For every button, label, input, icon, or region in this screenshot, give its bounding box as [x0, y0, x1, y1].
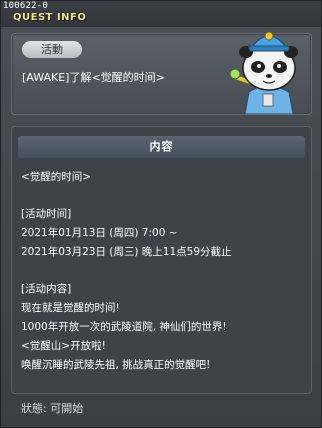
window-title: QUEST INFO	[13, 12, 87, 23]
quest-name: [AWAKE]了解<觉醒的时间>	[22, 71, 165, 84]
desc-line: 1000年开放一次的武陵道院, 神仙们的世界!	[21, 321, 227, 333]
quest-info-window: 100622-0 QUEST INFO 活動 [AWAKE]了解<觉醒的时间>	[0, 0, 322, 428]
quest-description: <觉醒的时间> [活动时间] 2021年01月13日 (周四) 7:00 ~ 2…	[21, 168, 301, 375]
desc-line: 现在就是觉醒的时间!	[21, 302, 120, 314]
quest-id: 100622-0	[3, 1, 48, 11]
desc-line: <觉醒的时间>	[21, 171, 92, 183]
desc-line: 2021年03月23日 (周三) 晚上11点59分截止	[21, 246, 232, 258]
quest-status: 狀態: 可開始	[21, 402, 84, 415]
quest-header-panel: 活動 [AWAKE]了解<觉醒的时间>	[11, 31, 312, 115]
panda-npc-icon	[229, 31, 298, 114]
desc-line: 唤醒沉睡的武陵先祖, 挑战真正的觉醒吧!	[21, 359, 211, 371]
desc-line: [活动时间]	[21, 208, 72, 220]
category-badge: 活動	[22, 41, 82, 58]
desc-line: <觉醒山>开放啦!	[21, 340, 106, 352]
content-heading: 内容	[18, 136, 305, 158]
desc-line: [活动内容]	[21, 283, 72, 295]
desc-line: 2021年01月13日 (周四) 7:00 ~	[21, 227, 178, 239]
